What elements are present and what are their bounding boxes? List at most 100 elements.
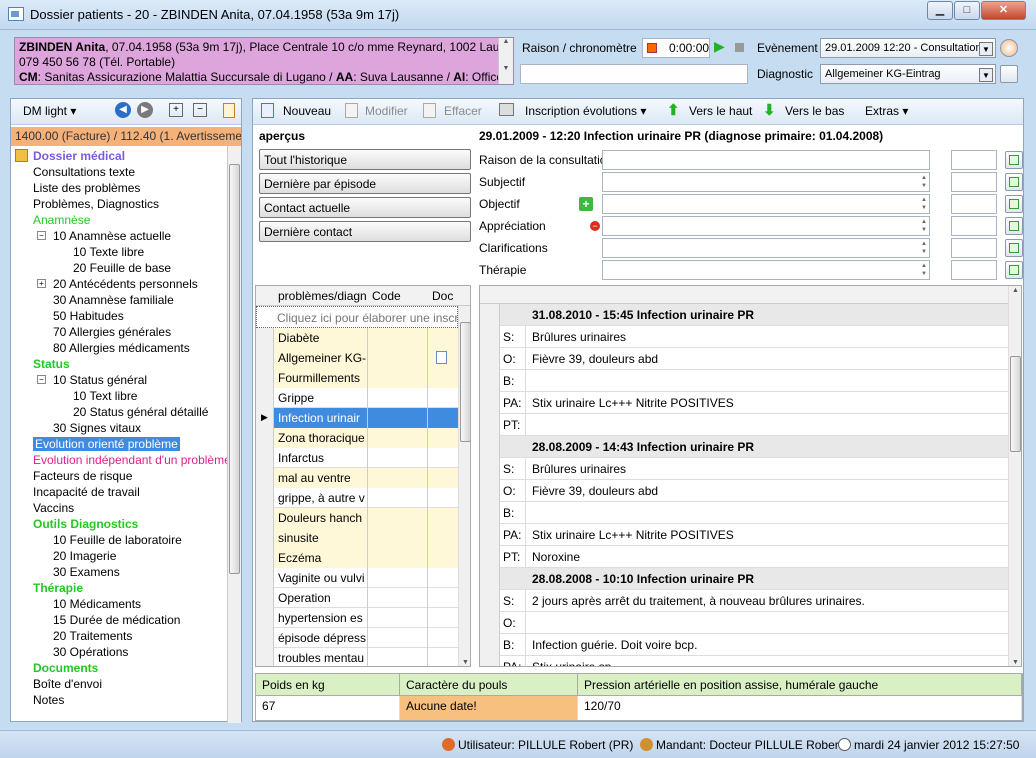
history-row[interactable]: O: [480,612,1008,634]
history-row[interactable]: B: [480,502,1008,524]
problem-row[interactable]: grippe, à autre v [256,488,458,508]
history-row[interactable]: PA: Stix urinaire sp [480,656,1008,666]
move-up-button[interactable]: Vers le haut [689,104,752,118]
tree-expander-icon[interactable]: − [37,231,46,240]
modify-button[interactable]: Modifier [365,104,408,118]
patient-scrollbar[interactable]: ▲ ▼ [498,38,513,84]
col-doc[interactable]: Doc [432,289,453,303]
invoice-balance[interactable]: 1400.00 (Facture) / 112.40 (1. Avertisse… [11,127,241,146]
problem-row[interactable]: troubles mentau [256,648,458,666]
field-extra-input[interactable] [951,216,997,236]
problem-row[interactable]: ▶ Infection urinair [256,408,458,428]
tree-item[interactable]: +20 Antécédents personnels [37,276,198,292]
history-row[interactable]: B: Infection guérie. Doit voire bcp. [480,634,1008,656]
problem-row[interactable]: Allgemeiner KG- [256,348,458,368]
history-row[interactable]: S: Brûlures urinaires [480,458,1008,480]
tree-item[interactable]: Evolution orienté problème [33,436,180,452]
tree-item[interactable]: Evolution indépendant d'un problème [33,452,227,468]
overview-button[interactable]: Tout l'historique [259,149,471,170]
problem-row[interactable]: Zona thoracique [256,428,458,448]
overview-button[interactable]: Contact actuelle [259,197,471,218]
tree-item[interactable]: Problèmes, Diagnostics [33,196,159,212]
tree-item[interactable]: Boîte d'envoi [33,676,102,692]
history-scrollbar[interactable]: ▲ ▼ [1008,286,1021,666]
tree-item[interactable]: Dossier médical [33,148,125,164]
tree-item[interactable]: Vaccins [33,500,74,516]
field-input[interactable]: ▲ ▼ [602,238,930,258]
problem-row[interactable]: épisode dépress [256,628,458,648]
tree-item[interactable]: 30 Opérations [53,644,128,660]
field-input[interactable]: ▲ ▼ [602,172,930,192]
col-problem[interactable]: problèmes/diagn [278,289,367,303]
tree-item[interactable]: Status [33,356,70,372]
record-icon[interactable] [647,43,657,53]
tree-item[interactable]: 20 Feuille de base [73,260,171,276]
close-button[interactable]: ✕ [981,1,1026,20]
field-input[interactable]: ▲ ▼ [602,216,930,236]
tree-item[interactable]: Documents [33,660,98,676]
remove-icon[interactable]: − [590,221,600,231]
tree-item[interactable]: Liste des problèmes [33,180,140,196]
history-row[interactable]: PT: [480,414,1008,436]
field-extra-input[interactable] [951,238,997,258]
edit-diagnostic-icon[interactable] [1000,65,1018,83]
tree-item[interactable]: Thérapie [33,580,83,596]
tree-item[interactable]: 50 Habitudes [53,308,124,324]
problem-row[interactable]: Grippe [256,388,458,408]
history-row[interactable]: B: [480,370,1008,392]
history-row[interactable]: PT: Noroxine [480,546,1008,568]
overview-button[interactable]: Dernière contact [259,221,471,242]
problem-row[interactable]: mal au ventre [256,468,458,488]
vital-bp-value[interactable]: 120/70 [578,696,1022,720]
tree-item[interactable]: 10 Texte libre [73,244,144,260]
new-button[interactable]: Nouveau [283,104,331,118]
vital-pulse-header[interactable]: Caractère du pouls [400,674,578,696]
tree-item[interactable]: 15 Durée de médication [53,612,180,628]
tree-item[interactable]: 80 Allergies médicaments [53,340,190,356]
tree-item[interactable]: 30 Signes vitaux [53,420,141,436]
tree-scrollbar[interactable] [227,146,241,723]
event-people-icon[interactable] [1000,39,1018,57]
history-row[interactable]: O: Fièvre 39, douleurs abd [480,480,1008,502]
vital-weight-value[interactable]: 67 [256,696,400,720]
tree-item[interactable]: 30 Examens [53,564,120,580]
collapse-all-icon[interactable]: − [193,103,207,117]
history-entry-header[interactable]: 28.08.2009 - 14:43 Infection urinaire PR [480,436,1008,458]
document-icon[interactable] [223,103,235,118]
event-select[interactable]: 29.01.2009 12:20 - Consultation ▼ [820,38,996,58]
tree-item[interactable]: Consultations texte [33,164,135,180]
problem-row[interactable]: Vaginite ou vulvi [256,568,458,588]
play-icon[interactable]: ▶ [714,38,725,55]
history-entry-header[interactable]: 28.08.2008 - 10:10 Infection urinaire PR [480,568,1008,590]
field-extra-input[interactable] [951,150,997,170]
field-input[interactable]: ▲ ▼ [602,194,930,214]
edit-icon[interactable] [1005,261,1023,279]
vital-bp-header[interactable]: Pression artérielle en position assise, … [578,674,1022,696]
minimize-button[interactable]: ▁ [927,1,953,20]
inscription-menu[interactable]: Inscription évolutions ▾ [525,104,646,118]
problem-row[interactable]: Douleurs hanch [256,508,458,528]
overview-button[interactable]: Dernière par épisode [259,173,471,194]
tree-expander-icon[interactable]: + [37,279,46,288]
problems-scrollbar[interactable]: ▼ [458,306,470,666]
problem-row[interactable]: Eczéma [256,548,458,568]
tree-item[interactable]: 30 Anamnèse familiale [53,292,174,308]
new-problem-input[interactable]: Cliquez ici pour élaborer une inscriptio… [277,311,457,325]
tree-item[interactable]: 10 Médicaments [53,596,141,612]
tree-item[interactable]: 20 Status général détaillé [73,404,208,420]
reason-input[interactable] [520,64,748,84]
vital-pulse-value[interactable]: Aucune date! [400,696,578,720]
history-row[interactable]: S: Brûlures urinaires [480,326,1008,348]
problem-row[interactable]: Infarctus [256,448,458,468]
tree-item[interactable]: Facteurs de risque [33,468,132,484]
field-extra-input[interactable] [951,172,997,192]
vital-weight-header[interactable]: Poids en kg [256,674,400,696]
move-down-button[interactable]: Vers le bas [785,104,844,118]
tree-item[interactable]: 70 Allergies générales [53,324,171,340]
problem-row[interactable]: Fourmillements [256,368,458,388]
history-row[interactable]: O: Fièvre 39, douleurs abd [480,348,1008,370]
stop-icon[interactable] [735,43,744,52]
tree-item[interactable]: 20 Imagerie [53,548,116,564]
expand-all-icon[interactable]: + [169,103,183,117]
field-input[interactable] [602,150,930,170]
